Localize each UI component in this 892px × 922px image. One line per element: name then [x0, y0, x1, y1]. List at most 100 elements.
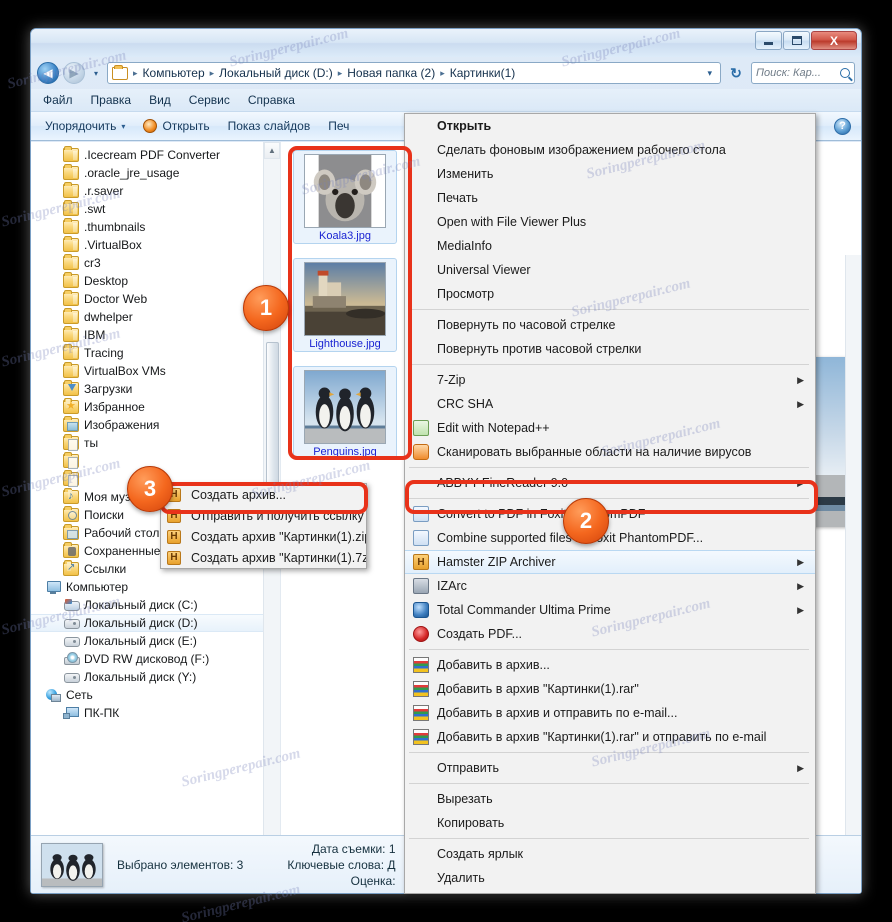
menu-item-create-pdf[interactable]: Создать PDF...	[405, 622, 815, 646]
menu-view[interactable]: Вид	[149, 93, 171, 107]
help-icon[interactable]: ?	[834, 117, 851, 135]
menu-item-add-to-archive-named[interactable]: Добавить в архив "Картинки(1).rar"	[405, 677, 815, 701]
forward-button[interactable]: ▶	[63, 62, 85, 84]
organize-button[interactable]: Упорядочить ▾	[45, 119, 125, 133]
tree-item-thumbnails[interactable]: .thumbnails	[31, 218, 280, 236]
tree-item-label: Desktop	[84, 274, 129, 288]
scrollbar-thumb[interactable]	[266, 342, 279, 502]
maximize-button[interactable]	[783, 31, 810, 50]
menu-item-rename[interactable]: Переименовать	[405, 890, 815, 893]
tree-item-pictures[interactable]: Изображения	[31, 416, 280, 434]
tree-item-pk-pk[interactable]: ПК-ПК	[31, 704, 280, 722]
menu-item-add-to-archive-named-email[interactable]: Добавить в архив "Картинки(1).rar" и отп…	[405, 725, 815, 749]
breadcrumb-new-folder[interactable]: Новая папка (2)	[344, 64, 438, 83]
tree-item-oracle[interactable]: .oracle_jre_usage	[31, 164, 280, 182]
breadcrumb-local-disk-d[interactable]: Локальный диск (D:)	[216, 64, 336, 83]
tree-item-desktop[interactable]: Desktop	[31, 272, 280, 290]
menu-item-edit[interactable]: Изменить	[405, 162, 815, 186]
tree-item-drive-y[interactable]: Локальный диск (Y:)	[31, 668, 280, 686]
open-button[interactable]: Открыть	[143, 119, 210, 133]
recent-pages-dropdown[interactable]: ▾	[89, 62, 103, 84]
window-scrollbar[interactable]	[845, 255, 861, 835]
tree-item-computer[interactable]: Компьютер	[31, 578, 280, 596]
tree-item-icecream[interactable]: .Icecream PDF Converter	[31, 146, 280, 164]
minimize-button[interactable]	[755, 31, 782, 50]
file-item-koala[interactable]: Koala3.jpg	[293, 150, 397, 244]
refresh-icon[interactable]: ↻	[725, 62, 747, 84]
menu-item-mediainfo[interactable]: MediaInfo	[405, 234, 815, 258]
address-bar[interactable]: ▸ Компьютер ▸ Локальный диск (D:) ▸ Нова…	[107, 62, 721, 84]
favorites-icon	[63, 398, 79, 414]
menu-item-7zip[interactable]: 7-Zip ▶	[405, 368, 815, 392]
tree-item-drive-c[interactable]: Локальный диск (C:)	[31, 596, 280, 614]
menu-item-convert-to-pdf-foxit[interactable]: Convert to PDF in Foxit PhantomPDF	[405, 502, 815, 526]
menu-item-abbyy-finereader[interactable]: ABBYY FineReader 9.0 ▶	[405, 471, 815, 495]
tree-item-dvd-f[interactable]: DVD RW дисковод (F:)	[31, 650, 280, 668]
menu-item-rotate-clockwise[interactable]: Повернуть по часовой стрелке	[405, 313, 815, 337]
tree-item-tracing[interactable]: Tracing	[31, 344, 280, 362]
rating-label: Оценка:	[350, 873, 396, 888]
menu-item-set-as-wallpaper[interactable]: Сделать фоновым изображением рабочего ст…	[405, 138, 815, 162]
tree-item-downloads[interactable]: Загрузки	[31, 380, 280, 398]
menu-item-delete[interactable]: Удалить	[405, 866, 815, 890]
menu-item-universal-viewer[interactable]: Universal Viewer	[405, 258, 815, 282]
close-button[interactable]: X	[811, 31, 857, 50]
menu-item-cut[interactable]: Вырезать	[405, 787, 815, 811]
tree-item-label: Изображения	[84, 418, 160, 432]
open-icon	[143, 119, 158, 133]
menu-file[interactable]: Файл	[43, 93, 73, 107]
tree-item-favorites[interactable]: Избранное	[31, 398, 280, 416]
menu-edit[interactable]: Правка	[91, 93, 132, 107]
submenu-item-create-archive[interactable]: H Создать архив...	[161, 484, 366, 505]
breadcrumb-separator: ▸	[133, 67, 138, 78]
lighthouse-photo	[305, 263, 385, 335]
menu-item-copy[interactable]: Копировать	[405, 811, 815, 835]
menu-item-send-to[interactable]: Отправить ▶	[405, 756, 815, 780]
chevron-down-icon[interactable]: ▾	[701, 68, 718, 79]
submenu-item-send-get-link[interactable]: H Отправить и получить ссылку	[161, 505, 366, 526]
menu-item-label: Convert to PDF in Foxit PhantomPDF	[437, 507, 646, 521]
menu-item-izarc[interactable]: IZArc ▶	[405, 574, 815, 598]
documents-icon	[63, 434, 79, 451]
menu-item-scan-for-viruses[interactable]: Сканировать выбранные области на наличие…	[405, 440, 815, 464]
menu-tools[interactable]: Сервис	[189, 93, 230, 107]
submenu-item-create-7z[interactable]: H Создать архив "Картинки(1).7z"	[161, 547, 366, 568]
tree-item-network[interactable]: Сеть	[31, 686, 280, 704]
submenu-item-create-zip[interactable]: H Создать архив "Картинки(1).zip"	[161, 526, 366, 547]
file-name: Lighthouse.jpg	[309, 338, 381, 350]
file-item-penguins[interactable]: Penguins.jpg	[293, 366, 397, 460]
menu-item-print[interactable]: Печать	[405, 186, 815, 210]
tree-item-swt[interactable]: .swt	[31, 200, 280, 218]
search-input[interactable]: Поиск: Кар...	[751, 62, 855, 84]
menu-item-add-to-archive[interactable]: Добавить в архив...	[405, 653, 815, 677]
tree-item-drive-d[interactable]: Локальный диск (D:)	[31, 614, 280, 632]
menu-item-hamster-zip-archiver[interactable]: H Hamster ZIP Archiver ▶	[405, 550, 815, 574]
menu-help[interactable]: Справка	[248, 93, 295, 107]
tree-item-documents[interactable]: ты	[31, 434, 280, 452]
menu-item-rotate-counterclockwise[interactable]: Повернуть против часовой стрелки	[405, 337, 815, 361]
tree-item-ibm[interactable]: IBM	[31, 326, 280, 344]
chevron-right-icon: ▶	[797, 398, 804, 409]
menu-item-crc-sha[interactable]: CRC SHA ▶	[405, 392, 815, 416]
menu-item-preview[interactable]: Просмотр	[405, 282, 815, 306]
menu-item-create-shortcut[interactable]: Создать ярлык	[405, 842, 815, 866]
slideshow-button[interactable]: Показ слайдов	[228, 119, 311, 133]
menu-item-open[interactable]: Открыть	[405, 114, 815, 138]
tree-item-drive-e[interactable]: Локальный диск (E:)	[31, 632, 280, 650]
back-button[interactable]: ◀	[37, 62, 59, 84]
tree-item-cr3[interactable]: cr3	[31, 254, 280, 272]
menu-item-add-to-archive-email[interactable]: Добавить в архив и отправить по e-mail..…	[405, 701, 815, 725]
menu-separator	[409, 364, 809, 365]
file-item-lighthouse[interactable]: Lighthouse.jpg	[293, 258, 397, 352]
tree-item-virtualbox-vms[interactable]: VirtualBox VMs	[31, 362, 280, 380]
breadcrumb-computer[interactable]: Компьютер	[140, 64, 208, 83]
menu-item-edit-with-notepadpp[interactable]: Edit with Notepad++	[405, 416, 815, 440]
tree-item-rsaver[interactable]: .r.saver	[31, 182, 280, 200]
tree-item-virtualbox[interactable]: .VirtualBox	[31, 236, 280, 254]
menu-item-total-commander[interactable]: Total Commander Ultima Prime ▶	[405, 598, 815, 622]
menu-item-combine-files-foxit[interactable]: Combine supported files in Foxit Phantom…	[405, 526, 815, 550]
menu-item-open-with-file-viewer-plus[interactable]: Open with File Viewer Plus	[405, 210, 815, 234]
print-button[interactable]: Печ	[328, 119, 349, 133]
scroll-up-icon[interactable]: ▲	[264, 142, 280, 159]
breadcrumb-kartinki[interactable]: Картинки(1)	[447, 64, 519, 83]
